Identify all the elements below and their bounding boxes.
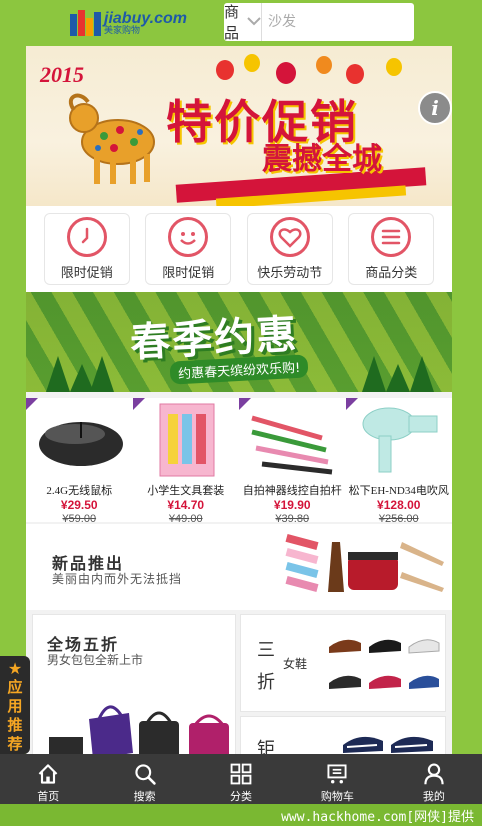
product-card[interactable]: 小学生文具套装 ¥14.70 ¥49.00: [132, 398, 240, 525]
cart-icon: [327, 764, 347, 784]
product-price: ¥19.90: [273, 498, 311, 512]
logo-subtext: 美家购物: [104, 25, 141, 36]
menu-icon: [371, 217, 412, 257]
half-price-subtitle: 男女包包全新上市: [47, 653, 144, 667]
category-flash-sale-2[interactable]: 限时促销: [145, 213, 232, 285]
search-box: 商品: [224, 3, 443, 42]
banner-subtitle: 震撼全城: [262, 142, 382, 177]
nav-label: 搜索: [133, 790, 156, 803]
bottom-navigation: 首页 搜索 分类 购物车 我的: [0, 754, 482, 804]
half-price-box[interactable]: 全场五折 男女包包全新上市: [32, 614, 236, 764]
app-screen: jiabuy.com 美家购物 商品 i 2015: [26, 0, 452, 826]
watermark-text: www.hackhome.com[网侠]提供: [281, 809, 474, 825]
tree-icon: [386, 364, 410, 392]
product-name: 自拍神器线控自拍杆: [242, 485, 342, 497]
category-label: 限时促销: [162, 266, 215, 281]
tree-icon: [90, 356, 114, 392]
nav-home[interactable]: 首页: [0, 754, 96, 804]
new-arrivals-section[interactable]: 新品推出 美丽由内而外无法抵挡: [26, 524, 452, 610]
chevron-down-icon: [247, 15, 261, 29]
nav-label: 购物车: [320, 790, 354, 803]
nav-mine[interactable]: 我的: [386, 754, 482, 804]
watermark: www.hackhome.com[网侠]提供: [0, 804, 482, 826]
home-icon: [38, 764, 58, 784]
product-image-hair-dryer: [346, 398, 453, 482]
promotion-grid: 全场五折 男女包包全新上市 三折 女鞋 钜: [26, 612, 452, 766]
product-image-stationery: [133, 398, 240, 482]
product-name: 小学生文具套装: [147, 485, 225, 497]
logo-text: jiabuy.com: [104, 9, 187, 27]
product-image-selfie-stick: [239, 398, 346, 482]
search-icon: [134, 764, 156, 785]
nav-search[interactable]: 搜索: [96, 754, 192, 804]
category-shortcuts: 限时促销 限时促销 快乐劳动节 商品分类: [26, 206, 452, 292]
promo-banner[interactable]: i 2015 特价促销 震撼全城: [26, 46, 452, 206]
product-name: 2.4G无线鼠标: [46, 485, 113, 497]
category-flash-sale-1[interactable]: 限时促销: [43, 213, 130, 285]
women-shoes-box[interactable]: 三折 女鞋: [240, 614, 446, 712]
tree-icon: [362, 356, 386, 392]
product-name: 松下EH-ND34电吹风: [348, 485, 449, 497]
right-margin: [452, 0, 482, 826]
cosmetics-image: [285, 533, 444, 593]
product-image-mouse: [26, 398, 133, 482]
site-logo[interactable]: jiabuy.com 美家购物: [70, 8, 200, 38]
star-icon: ★: [7, 659, 23, 678]
women-shoes-title: 三折: [257, 640, 275, 693]
heart-icon: [269, 217, 310, 257]
product-card[interactable]: 松下EH-ND34电吹风 ¥128.00 ¥256.00: [345, 398, 453, 525]
clock-icon: [66, 217, 107, 257]
smile-icon: [168, 217, 209, 257]
nav-label: 我的: [422, 790, 445, 803]
nav-label: 首页: [37, 790, 60, 803]
product-card[interactable]: 2.4G无线鼠标 ¥29.50 ¥59.00: [26, 398, 133, 525]
category-label: 限时促销: [60, 266, 113, 281]
top-bar: jiabuy.com 美家购物 商品: [26, 0, 452, 46]
shoes-image: [329, 639, 440, 689]
category-labor-day[interactable]: 快乐劳动节: [246, 213, 333, 285]
category-label: 快乐劳动节: [257, 266, 323, 281]
category-label: 商品分类: [365, 266, 418, 281]
app-recommend-label: 应用推荐: [7, 678, 23, 753]
product-price: ¥29.50: [60, 498, 98, 512]
app-recommend-tab[interactable]: ★ 应用推荐: [0, 656, 30, 754]
banner-year: 2015: [40, 62, 84, 87]
goat-icon: [68, 93, 155, 184]
nav-cart[interactable]: 购物车: [289, 754, 385, 804]
product-card[interactable]: 自拍神器线控自拍杆 ¥19.90 ¥39.80: [239, 398, 346, 525]
search-input[interactable]: [262, 3, 443, 41]
nav-label: 分类: [230, 790, 253, 803]
grid-icon: [230, 763, 252, 785]
info-icon[interactable]: i: [418, 91, 452, 125]
spring-sale-banner[interactable]: 春季约惠 约惠春天缤纷欢乐购!: [26, 292, 452, 392]
new-arrivals-subtitle: 美丽由内而外无法抵挡: [52, 572, 183, 586]
product-list: 2.4G无线鼠标 ¥29.50 ¥59.00 小学生文具套装 ¥14.70 ¥4…: [26, 398, 453, 525]
user-icon: [424, 763, 444, 785]
product-price: ¥14.70: [167, 498, 205, 512]
nav-category[interactable]: 分类: [193, 754, 289, 804]
women-shoes-subtitle: 女鞋: [283, 657, 308, 671]
bags-image: [49, 705, 229, 763]
logo-mark-icon: [70, 10, 101, 36]
category-product-classes[interactable]: 商品分类: [348, 213, 435, 285]
search-category-select[interactable]: 商品: [224, 3, 263, 42]
product-price: ¥128.00: [377, 498, 421, 512]
tree-icon: [410, 356, 434, 392]
tree-icon: [46, 356, 70, 392]
search-category-label: 商品: [224, 3, 240, 42]
